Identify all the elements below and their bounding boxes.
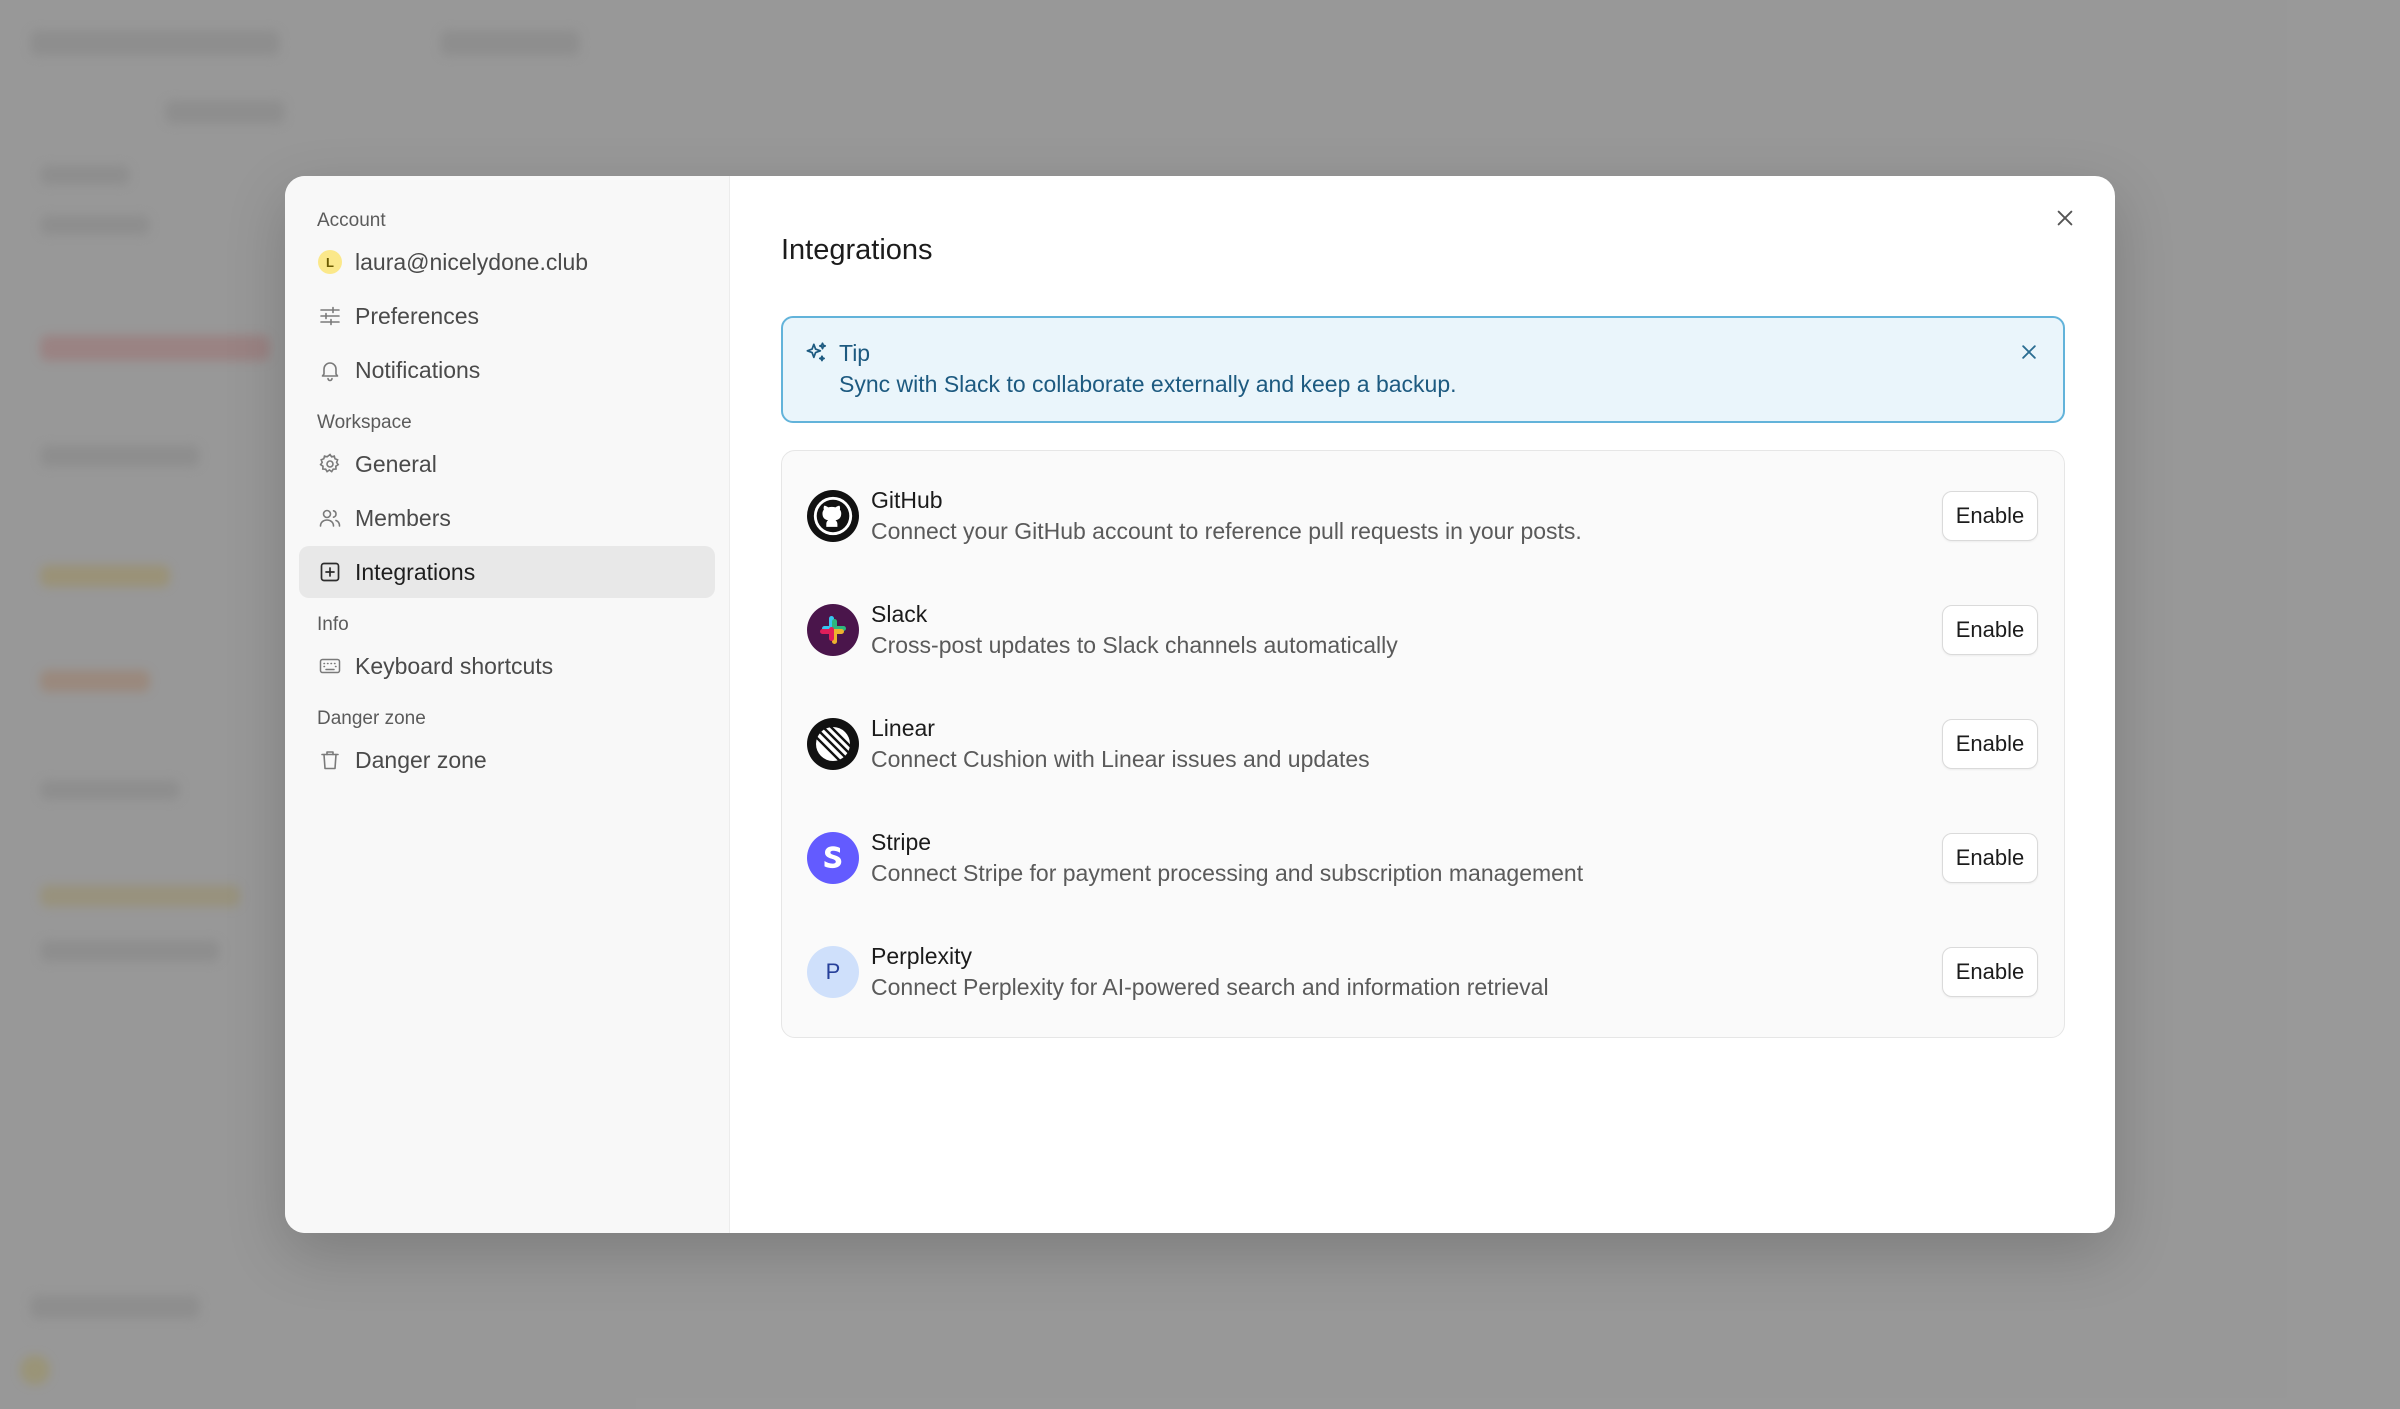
sidebar-item-general[interactable]: General [299,438,715,490]
integration-description: Connect Cushion with Linear issues and u… [871,746,1370,772]
list-item-linear: Linear Connect Cushion with Linear issue… [782,687,2064,801]
enable-slack-button[interactable]: Enable [1942,605,2038,655]
integration-name: Perplexity [871,943,972,969]
page-title: Integrations [781,234,933,266]
list-item-github: GitHub Connect your GitHub account to re… [782,459,2064,573]
github-logo-icon [807,490,859,542]
sidebar-item-notifications[interactable]: Notifications [299,344,715,396]
list-item-slack: Slack Cross-post updates to Slack channe… [782,573,2064,687]
settings-modal: Account L laura@nicelydone.club Preferen… [285,176,2115,1233]
section-label-workspace: Workspace [317,412,412,433]
avatar: L [317,249,343,275]
sidebar-item-label: Keyboard shortcuts [355,652,554,679]
sidebar-item-label: laura@nicelydone.club [355,248,589,275]
sidebar-item-label: Integrations [355,558,476,585]
integration-name: Slack [871,601,928,627]
integration-description: Connect Perplexity for AI-powered search… [871,974,1549,1000]
settings-sidebar: Account L laura@nicelydone.club Preferen… [285,176,730,1233]
tip-title: Tip [839,339,871,366]
keyboard-icon [317,653,343,679]
linear-logo-icon [807,718,859,770]
stripe-logo-icon [807,832,859,884]
sidebar-item-members[interactable]: Members [299,492,715,544]
close-icon [2022,345,2036,359]
gear-icon [317,451,343,477]
enable-stripe-button[interactable]: Enable [1942,833,2038,883]
sidebar-item-integrations[interactable]: Integrations [299,546,715,598]
slack-logo-icon [807,604,859,656]
tip-text: Sync with Slack to collaborate externall… [839,371,1457,397]
list-item-perplexity: P Perplexity Connect Perplexity for AI-p… [782,915,2064,1029]
sidebar-item-keyboard-shortcuts[interactable]: Keyboard shortcuts [299,640,715,692]
integration-name: Stripe [871,829,932,855]
sidebar-item-label: Notifications [355,356,481,383]
section-label-account: Account [317,210,386,231]
bell-icon [317,357,343,383]
section-label-info: Info [317,614,349,635]
sidebar-item-label: Members [355,504,451,531]
avatar-letter: L [318,250,342,274]
integration-name: GitHub [871,487,943,513]
plus-square-icon [317,559,343,585]
perplexity-logo-letter: P [825,959,841,984]
integrations-list: GitHub Connect your GitHub account to re… [781,450,2065,1038]
close-icon [2057,210,2073,226]
sidebar-item-danger-zone[interactable]: Danger zone [299,734,715,786]
sidebar-item-preferences[interactable]: Preferences [299,290,715,342]
sliders-icon [317,303,343,329]
tip-banner: Tip Sync with Slack to collaborate exter… [781,316,2065,423]
enable-github-button[interactable]: Enable [1942,491,2038,541]
integration-description: Connect your GitHub account to reference… [871,518,1582,544]
sidebar-item-label: Danger zone [355,746,487,773]
integration-name: Linear [871,715,935,741]
sidebar-item-account[interactable]: L laura@nicelydone.club [299,236,715,288]
sidebar-item-label: General [355,450,437,477]
enable-linear-button[interactable]: Enable [1942,719,2038,769]
close-modal-button[interactable] [2045,198,2085,238]
enable-perplexity-button[interactable]: Enable [1942,947,2038,997]
sparkles-icon [806,342,827,362]
trash-icon [317,747,343,773]
perplexity-logo-icon: P [807,946,859,998]
sidebar-item-label: Preferences [355,302,480,329]
integrations-panel: Integrations Tip Sync with Slack to coll… [730,176,2115,1233]
section-label-danger: Danger zone [317,708,426,729]
users-icon [317,505,343,531]
integration-description: Connect Stripe for payment processing an… [871,860,1584,886]
integration-description: Cross-post updates to Slack channels aut… [871,632,1398,658]
list-item-stripe: Stripe Connect Stripe for payment proces… [782,801,2064,915]
dismiss-tip-button[interactable] [2013,336,2045,368]
